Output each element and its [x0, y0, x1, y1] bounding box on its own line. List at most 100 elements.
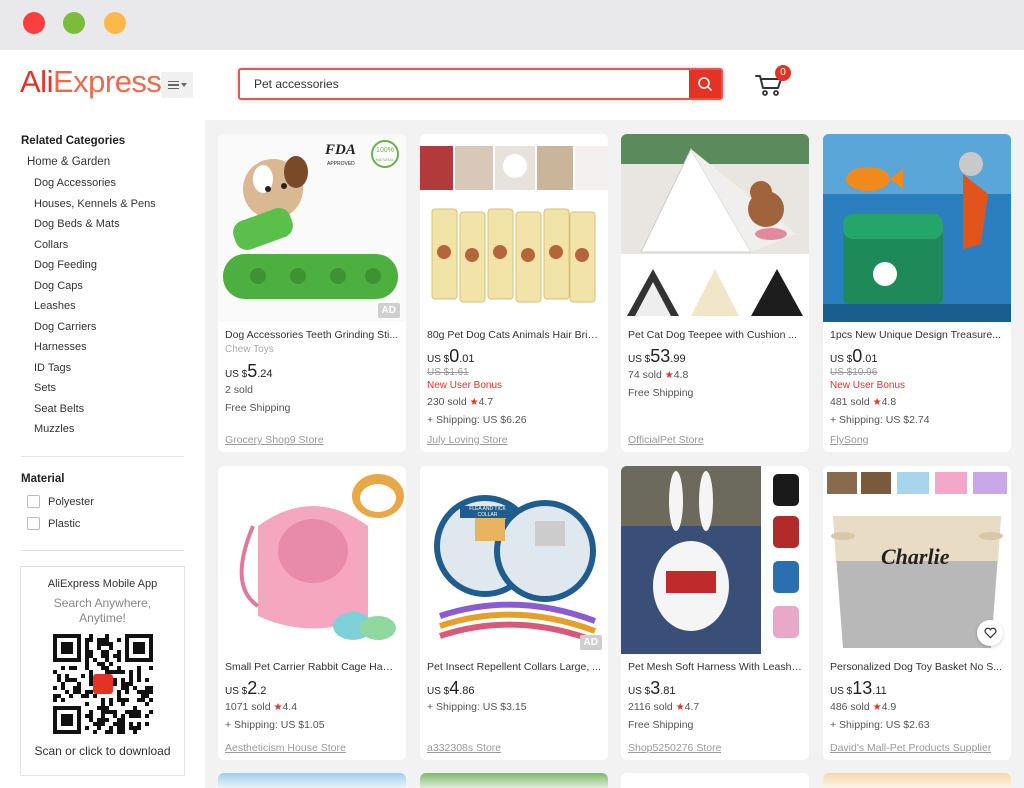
product-card[interactable]: 80g Pet Dog Cats Animals Hair Brig... US… — [420, 134, 608, 452]
product-image[interactable] — [420, 773, 608, 788]
cart-button[interactable]: 0 — [754, 65, 791, 98]
product-image[interactable] — [621, 466, 809, 654]
product-image[interactable] — [218, 466, 406, 654]
material-filter-polyester[interactable]: Polyester — [27, 495, 94, 508]
product-category[interactable]: Chew Toys — [225, 343, 399, 357]
product-card[interactable]: Pet Cat Dog Teepee with Cushion ... US $… — [621, 134, 809, 452]
product-card[interactable] — [218, 773, 406, 788]
product-price: US $53.99 — [628, 346, 802, 366]
store-link[interactable]: Grocery Shop9 Store — [225, 434, 324, 446]
store-link[interactable]: David's Mall-Pet Products Supplier — [830, 742, 991, 754]
category-item[interactable]: Collars — [34, 238, 156, 259]
ad-badge: AD — [377, 303, 400, 318]
price-integer: 4 — [449, 678, 460, 698]
qr-code-graphic — [52, 634, 153, 734]
product-card[interactable] — [420, 773, 608, 788]
category-item[interactable]: Dog Beds & Mats — [34, 217, 156, 238]
natural-badge-text: NATURAL — [375, 157, 395, 162]
price-cents: .11 — [872, 685, 887, 697]
store-link[interactable]: OfficialPet Store — [628, 434, 704, 446]
product-image[interactable] — [218, 773, 406, 788]
product-title[interactable]: Pet Mesh Soft Harness With Leash ... — [628, 660, 802, 674]
product-card[interactable]: FLEA AND TICK COLLAR AD Pet Insect Repel… — [420, 466, 608, 760]
natural-badge-percent: 100% — [376, 147, 394, 154]
product-card[interactable]: FDA APPROVED 100% NATURAL AD Dog Accessor… — [218, 134, 406, 452]
material-label: Polyester — [48, 495, 94, 508]
store-link[interactable]: a332308s Store — [427, 742, 501, 754]
category-item[interactable]: Dog Feeding — [34, 258, 156, 279]
rating-value: 4.8 — [673, 369, 689, 381]
product-card[interactable] — [823, 773, 1011, 788]
checkbox[interactable] — [27, 495, 40, 508]
rating-value: 4.7 — [684, 701, 700, 713]
material-filter-plastic[interactable]: Plastic — [27, 517, 80, 530]
wishlist-button[interactable] — [977, 620, 1003, 646]
category-item[interactable]: Leashes — [34, 299, 156, 320]
store-link[interactable]: Shop5250276 Store — [628, 742, 721, 754]
sold-count: 230 sold — [427, 396, 467, 408]
minimize-window-button[interactable] — [63, 12, 85, 34]
product-title[interactable]: Pet Insect Repellent Collars Large, ... — [427, 660, 601, 674]
product-image[interactable]: FLEA AND TICK COLLAR AD — [420, 466, 608, 654]
category-item[interactable]: Sets — [34, 381, 156, 402]
price-integer: 3 — [650, 678, 661, 698]
product-price: US $0.01 — [830, 346, 1004, 366]
rating-value: 4.7 — [478, 396, 494, 408]
category-item[interactable]: ID Tags — [34, 361, 156, 382]
checkbox[interactable] — [27, 517, 40, 530]
product-image[interactable] — [420, 134, 608, 322]
aliexpress-logo[interactable]: AliExpress — [20, 64, 162, 100]
product-title[interactable]: Dog Accessories Teeth Grinding Sti... — [225, 328, 399, 342]
product-image[interactable] — [823, 134, 1011, 322]
search-input[interactable] — [240, 70, 680, 98]
category-item[interactable]: Dog Caps — [34, 279, 156, 300]
logo-text-part1: Ali — [20, 64, 53, 99]
category-item[interactable]: Harnesses — [34, 340, 156, 361]
product-card[interactable]: Small Pet Carrier Rabbit Cage Ham... US … — [218, 466, 406, 760]
product-price: US $5.24 — [225, 361, 399, 381]
product-image[interactable]: FDA APPROVED 100% NATURAL AD — [218, 134, 406, 322]
product-title[interactable]: 1pcs New Unique Design Treasure... — [830, 328, 1004, 342]
ad-badge: AD — [579, 635, 602, 650]
product-price: US $2.2 — [225, 678, 399, 698]
product-card[interactable]: Pet Mesh Soft Harness With Leash ... US … — [621, 466, 809, 760]
mobile-app-promo[interactable]: AliExpress Mobile App Search Anywhere, A… — [20, 566, 185, 776]
price-cents: .01 — [459, 353, 475, 365]
store-link[interactable]: Aestheticism House Store — [225, 742, 346, 754]
search-icon — [698, 77, 712, 91]
product-title[interactable]: Personalized Dog Toy Basket No S... — [830, 660, 1004, 674]
new-user-bonus: New User Bonus — [830, 380, 906, 391]
category-item[interactable]: Dog Carriers — [34, 320, 156, 341]
category-item[interactable]: Muzzles — [34, 422, 156, 443]
product-card[interactable]: 1pcs New Unique Design Treasure... US $0… — [823, 134, 1011, 452]
product-image[interactable]: Charlie — [823, 466, 1011, 654]
star-icon: ★ — [872, 397, 882, 408]
category-item[interactable]: Dog Accessories — [34, 176, 156, 197]
category-item[interactable]: Seat Belts — [34, 402, 156, 423]
price-integer: 53 — [650, 346, 671, 366]
product-image[interactable] — [823, 773, 1011, 788]
product-price: US $3.81 — [628, 678, 802, 698]
maximize-window-button[interactable] — [104, 12, 126, 34]
close-window-button[interactable] — [23, 12, 45, 34]
product-card[interactable]: Charlie Personalized Dog Toy Basket No S… — [823, 466, 1011, 760]
natural-badge: 100% NATURAL — [371, 140, 399, 168]
price-currency: US $ — [225, 369, 248, 380]
category-home-garden[interactable]: Home & Garden — [27, 156, 110, 168]
product-card[interactable] — [621, 773, 809, 788]
product-title[interactable]: Pet Cat Dog Teepee with Cushion ... — [628, 328, 802, 342]
product-title[interactable]: Small Pet Carrier Rabbit Cage Ham... — [225, 660, 399, 674]
category-menu-button[interactable] — [161, 72, 193, 98]
qr-code[interactable] — [52, 634, 153, 734]
store-link[interactable]: July Loving Store — [427, 434, 508, 446]
product-image[interactable] — [621, 773, 809, 788]
product-price: US $13.11 — [830, 678, 1004, 698]
app-download-link[interactable]: Scan or click to download — [21, 744, 184, 758]
store-link[interactable]: FlySong — [830, 434, 869, 446]
category-item[interactable]: Houses, Kennels & Pens — [34, 197, 156, 218]
search-button[interactable] — [689, 70, 721, 98]
price-cents: .81 — [660, 685, 676, 697]
product-title[interactable]: 80g Pet Dog Cats Animals Hair Brig... — [427, 328, 601, 342]
product-image[interactable] — [621, 134, 809, 322]
main-content: Related Categories Home & Garden Dog Acc… — [0, 120, 1024, 788]
